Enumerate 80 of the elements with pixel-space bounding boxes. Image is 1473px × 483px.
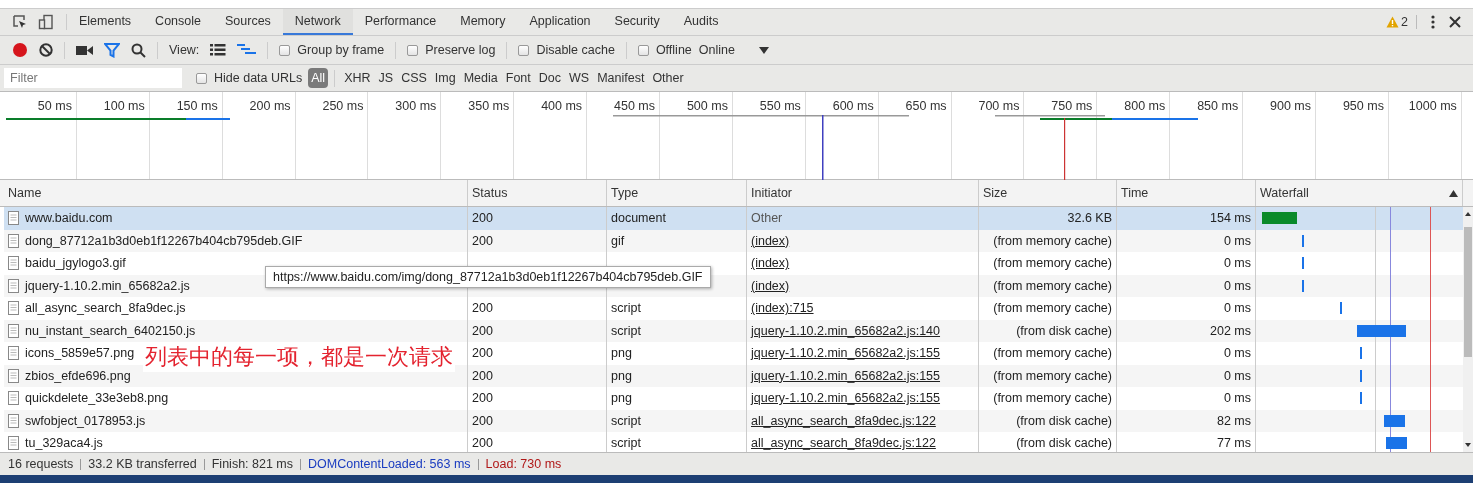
initiator-text: Other xyxy=(751,211,783,226)
request-name: icons_5859e57.png xyxy=(25,346,135,361)
time-value: 0 ms xyxy=(1223,233,1251,248)
time-tick: 700 ms xyxy=(978,99,1020,113)
time-value: 77 ms xyxy=(1216,436,1251,451)
time-tick: 900 ms xyxy=(1270,99,1312,113)
time-tick: 1000 ms xyxy=(1408,99,1457,113)
status-code: 200 xyxy=(472,211,493,226)
request-type: png xyxy=(611,391,632,406)
annotation-tooltip: 列表中的每一项，都是一次请求 xyxy=(143,342,455,372)
size-value: (from disk cache) xyxy=(1016,323,1112,338)
time-tick: 600 ms xyxy=(832,99,874,113)
request-type: script xyxy=(611,301,641,316)
time-tick: 250 ms xyxy=(322,99,364,113)
time-tick: 50 ms xyxy=(37,99,72,113)
request-type: script xyxy=(611,323,641,338)
status-code: 200 xyxy=(472,233,493,248)
request-name: www.baidu.com xyxy=(25,211,113,226)
size-value: (from disk cache) xyxy=(1016,413,1112,428)
request-name: baidu_jgylogo3.gif xyxy=(25,256,126,271)
status-code: 200 xyxy=(472,301,493,316)
request-type: gif xyxy=(611,233,625,248)
time-value: 0 ms xyxy=(1223,346,1251,361)
request-type: png xyxy=(611,346,632,361)
time-tick: 200 ms xyxy=(249,99,291,113)
status-text: 16 requests xyxy=(8,457,74,471)
request-name: swfobject_0178953.js xyxy=(25,413,146,428)
status-code: 200 xyxy=(472,413,493,428)
time-tick: 300 ms xyxy=(395,99,437,113)
time-value: 202 ms xyxy=(1210,323,1251,338)
time-tick: 950 ms xyxy=(1342,99,1384,113)
request-name: zbios_efde696.png xyxy=(25,368,131,383)
status-code: 200 xyxy=(472,368,493,383)
size-value: (from memory cache) xyxy=(993,233,1112,248)
time-value: 0 ms xyxy=(1223,368,1251,383)
request-name: nu_instant_search_6402150.js xyxy=(25,323,196,338)
time-tick: 400 ms xyxy=(541,99,583,113)
request-name: quickdelete_33e3eb8.png xyxy=(25,391,169,406)
time-tick: 500 ms xyxy=(686,99,728,113)
request-name: dong_87712a1b3d0eb1f12267b404cb795deb.GIF xyxy=(25,233,303,248)
status-text: Finish: 821 ms xyxy=(211,457,293,471)
time-tick: 550 ms xyxy=(759,99,801,113)
time-tick: 150 ms xyxy=(176,99,218,113)
size-value: (from memory cache) xyxy=(993,368,1112,383)
status-text: DOMContentLoaded: 563 ms xyxy=(308,457,471,471)
time-value: 154 ms xyxy=(1210,211,1251,226)
size-value: (from memory cache) xyxy=(993,346,1112,361)
status-code: 200 xyxy=(472,323,493,338)
time-value: 82 ms xyxy=(1216,413,1251,428)
size-value: (from memory cache) xyxy=(993,256,1112,271)
status-text: 33.2 KB transferred xyxy=(88,457,197,471)
request-type: script xyxy=(611,436,641,451)
time-tick: 650 ms xyxy=(905,99,947,113)
size-value: (from memory cache) xyxy=(993,301,1112,316)
request-type: document xyxy=(611,211,666,226)
request-name: jquery-1.10.2.min_65682a2.js xyxy=(25,278,190,293)
time-tick: 450 ms xyxy=(614,99,655,113)
url-tooltip: https://www.baidu.com/img/dong_87712a1b3d0eb1f12267b404cb795deb.GIF xyxy=(265,266,711,288)
view-label: View: xyxy=(169,43,200,57)
size-value: (from memory cache) xyxy=(993,278,1112,293)
request-type: script xyxy=(611,413,641,428)
time-value: 0 ms xyxy=(1223,391,1251,406)
status-code: 200 xyxy=(472,391,493,406)
time-tick: 750 ms xyxy=(1051,99,1093,113)
status-code: 200 xyxy=(472,436,493,451)
time-tick: 100 ms xyxy=(103,99,145,113)
status-text: Load: 730 ms xyxy=(485,457,562,471)
request-name: all_async_search_8fa9dec.js xyxy=(25,301,186,316)
request-name: tu_329aca4.js xyxy=(25,436,103,451)
time-value: 0 ms xyxy=(1223,301,1251,316)
status-code: 200 xyxy=(472,346,493,361)
time-tick: 850 ms xyxy=(1197,99,1239,113)
time-value: 0 ms xyxy=(1223,278,1251,293)
request-type: png xyxy=(611,368,632,383)
time-value: 0 ms xyxy=(1223,256,1251,271)
size-value: (from memory cache) xyxy=(993,391,1112,406)
size-value: 32.6 KB xyxy=(1067,211,1112,226)
time-tick: 800 ms xyxy=(1124,99,1166,113)
time-tick: 350 ms xyxy=(468,99,510,113)
size-value: (from disk cache) xyxy=(1016,436,1112,451)
